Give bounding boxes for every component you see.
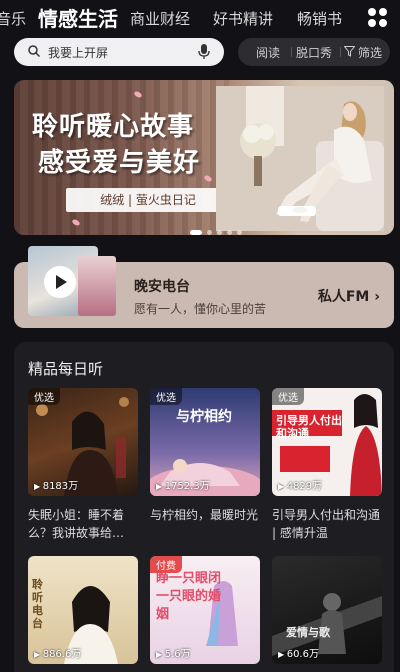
- pagination-dot[interactable]: [227, 230, 232, 235]
- play-count: 886.6万: [34, 645, 82, 660]
- tab-music[interactable]: 音乐: [0, 8, 26, 29]
- album-card[interactable]: 引导男人付出和沟通 优选 4829万: [272, 388, 382, 496]
- album-caption[interactable]: 引导男人付出和沟通 | 感情升温: [272, 506, 384, 542]
- promo-banner[interactable]: 聆听暖心故事 感受爱与美好 绒绒 | 萤火虫日记: [14, 80, 394, 235]
- search-placeholder: 我要上开屏: [48, 46, 109, 60]
- cover-title: 聆听电台: [32, 578, 43, 630]
- tab-bestsellers[interactable]: 畅销书: [297, 8, 342, 29]
- banner-pagination: [190, 220, 247, 235]
- search-input[interactable]: 我要上开屏: [14, 38, 224, 66]
- badge: 优选: [28, 388, 60, 405]
- search-icon: [28, 45, 40, 57]
- tab-emotional-life[interactable]: 情感生活: [38, 3, 118, 32]
- play-count: 5.6万: [156, 645, 191, 660]
- radio-cover-image-2: [78, 256, 116, 316]
- pagination-dot[interactable]: [217, 230, 222, 235]
- album-card[interactable]: 优选 8183万: [28, 388, 138, 496]
- play-icon: [56, 275, 67, 289]
- album-card[interactable]: 聆听电台 886.6万: [28, 556, 138, 664]
- play-button[interactable]: [44, 266, 76, 298]
- album-caption[interactable]: 失眠小姐：睡不着么？我讲故事给…: [28, 506, 140, 542]
- filter-button[interactable]: 筛选: [358, 44, 382, 61]
- play-count: 1752.3万: [156, 477, 210, 492]
- play-count: 8183万: [34, 477, 78, 492]
- badge: 优选: [272, 388, 304, 405]
- tab-business-finance[interactable]: 商业财经: [130, 8, 190, 29]
- private-fm-link[interactable]: 私人FM ›: [318, 286, 380, 306]
- album-caption[interactable]: 与柠相约，最暖时光: [150, 506, 262, 524]
- daily-picks-section: 精品每日听 优选 8183万 与柠相约 优选 1752.3万: [14, 342, 394, 672]
- play-count: 60.6万: [278, 645, 319, 660]
- badge: 优选: [150, 388, 182, 405]
- microphone-icon[interactable]: [198, 44, 210, 60]
- filter-read[interactable]: 阅读: [256, 44, 280, 61]
- tab-book-reviews[interactable]: 好书精讲: [213, 8, 273, 29]
- cover-title: 爱情与歌: [286, 626, 330, 639]
- paid-badge: 付费: [150, 556, 182, 573]
- banner-headline-2: 感受爱与美好: [38, 148, 201, 178]
- cover-title: 引导男人付出和沟通: [276, 414, 342, 440]
- banner-authors: 绒绒 | 萤火虫日记: [66, 188, 230, 212]
- radio-description: 愿有一人，懂你心里的苦: [134, 302, 267, 316]
- radio-title: 晚安电台: [134, 279, 190, 295]
- filter-talk-show[interactable]: 脱口秀: [296, 44, 332, 61]
- category-grid-icon[interactable]: [368, 8, 388, 28]
- pagination-dot[interactable]: [190, 230, 202, 235]
- album-card[interactable]: 爱情与歌 60.6万: [272, 556, 382, 664]
- pagination-dot[interactable]: [207, 230, 212, 235]
- funnel-icon: [344, 46, 355, 57]
- cover-title: 睁一只眼闭一只眼的婚姻: [156, 571, 222, 622]
- cover-title: 与柠相约: [176, 409, 232, 425]
- section-title: 精品每日听: [28, 360, 104, 378]
- pagination-dot[interactable]: [237, 230, 242, 235]
- album-card[interactable]: 睁一只眼闭一只眼的婚姻 付费 5.6万: [150, 556, 260, 664]
- goodnight-radio-card[interactable]: 晚安电台 愿有一人，懂你心里的苦 私人FM ›: [14, 246, 394, 328]
- play-count: 4829万: [278, 477, 322, 492]
- category-tabs: 音乐 情感生活 商业财经 好书精讲 畅销书: [0, 0, 400, 36]
- filter-pill: 阅读 脱口秀 筛选: [238, 38, 390, 66]
- divider: [340, 47, 341, 57]
- divider: [291, 47, 292, 57]
- banner-woman-illustration: [216, 86, 384, 231]
- banner-headline-1: 聆听暖心故事: [32, 112, 195, 142]
- album-card[interactable]: 与柠相约 优选 1752.3万: [150, 388, 260, 496]
